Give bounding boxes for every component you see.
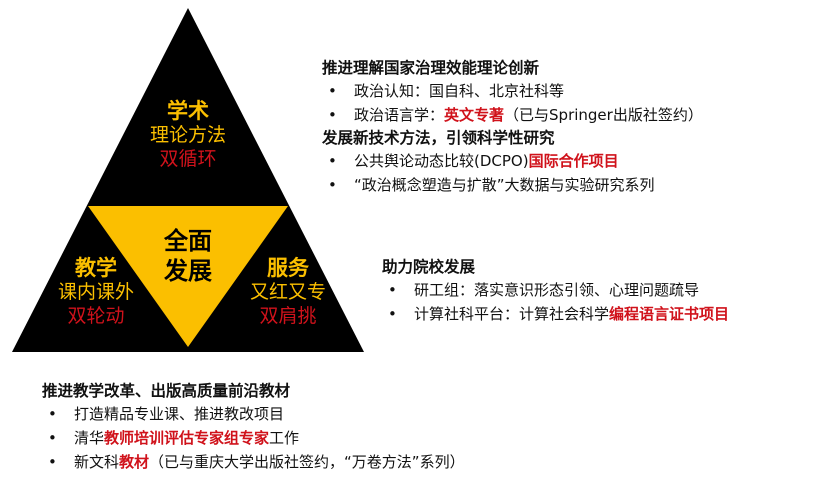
bullet-icon: •: [48, 429, 57, 447]
right-corner-service: 服务 又红又专 双肩挑: [232, 255, 344, 329]
teaching-item-1: • 打造精品专业课、推进教改项目: [42, 402, 465, 426]
service-heading: 助力院校发展: [382, 258, 476, 276]
teaching-red: 双轮动: [67, 305, 125, 327]
research-block: 推进理解国家治理效能理论创新 • 政治认知：国自科、北京社科等 • 政治语言学：英文…: [322, 57, 703, 197]
teaching-block: 推进教学改革、出版高质量前沿教材 • 打造精品专业课、推进教改项目 • 清华教师培训…: [42, 380, 465, 474]
academic-line: 理论方法: [149, 124, 226, 147]
top-corner-academic: 学术 理论方法 双循环: [130, 98, 246, 172]
bullet-icon: •: [328, 152, 337, 170]
service-red: 双肩挑: [259, 305, 317, 327]
academic-red: 双循环: [159, 148, 217, 170]
center-line1: 全面: [164, 227, 212, 255]
teaching-item-2: • 清华教师培训评估专家组专家工作: [42, 426, 465, 450]
research-item-1: • 政治认知：国自科、北京社科等: [322, 79, 703, 103]
teaching-heading: 推进教学改革、出版高质量前沿教材: [42, 382, 291, 400]
bullet-icon: •: [328, 82, 337, 100]
teaching-item-3: • 新文科教材（已与重庆大学出版社签约，“万卷方法”系列）: [42, 450, 465, 474]
service-item-2: • 计算社科平台：计算社会科学编程语言证书项目: [382, 302, 729, 326]
bullet-icon: •: [328, 106, 337, 124]
service-title: 服务: [267, 256, 309, 280]
research-item-2: • 政治语言学：英文专著（已与Springer出版社签约）: [322, 103, 703, 127]
research-item-4: • “政治概念塑造与扩散”大数据与实验研究系列: [322, 173, 703, 197]
service-item-1: • 研工组：落实意识形态引领、心理问题疏导: [382, 278, 729, 302]
service-block: 助力院校发展 • 研工组：落实意识形态引领、心理问题疏导 • 计算社科平台：计算社会…: [382, 256, 729, 326]
bullet-icon: •: [388, 281, 397, 299]
research-item-3: • 公共舆论动态比较(DCPO)国际合作项目: [322, 149, 703, 173]
research-heading-1: 推进理解国家治理效能理论创新: [322, 59, 540, 77]
center-label: 全面 发展: [143, 226, 233, 286]
service-line: 又红又专: [249, 281, 326, 304]
research-heading-2: 发展新技术方法，引领科学性研究: [322, 129, 555, 147]
bullet-icon: •: [48, 453, 57, 471]
academic-title: 学术: [167, 99, 209, 123]
left-corner-teaching: 教学 课内课外 双轮动: [40, 255, 152, 329]
bullet-icon: •: [48, 405, 57, 423]
bullet-icon: •: [328, 176, 337, 194]
teaching-title: 教学: [75, 256, 117, 280]
center-line2: 发展: [164, 257, 212, 285]
teaching-line: 课内课外: [57, 281, 134, 304]
bullet-icon: •: [388, 305, 397, 323]
